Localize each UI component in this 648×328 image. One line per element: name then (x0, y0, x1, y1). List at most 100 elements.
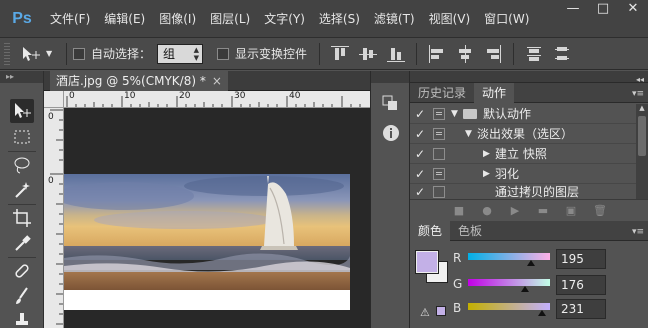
move-tool-icon[interactable] (10, 99, 34, 123)
action-set-label: 默认动作 (483, 107, 532, 121)
checkmark-icon[interactable]: ✓ (410, 107, 430, 121)
menu-edit[interactable]: 编辑(E) (104, 10, 145, 27)
slider-thumb[interactable] (520, 286, 529, 292)
clone-stamp-tool-icon[interactable] (10, 307, 34, 328)
menu-layer[interactable]: 图层(L) (210, 10, 250, 27)
marquee-tool-icon[interactable] (10, 125, 34, 149)
brush-tool-icon[interactable] (10, 284, 34, 308)
magic-wand-tool-icon[interactable] (10, 178, 34, 202)
healing-brush-tool-icon[interactable] (10, 259, 34, 283)
color-panel: 颜色 色板 ▾≡ R 195 G 176 ⚠ B 231 (410, 221, 648, 328)
menu-type[interactable]: 文字(Y) (264, 10, 305, 27)
divider (319, 42, 321, 65)
green-value-field[interactable]: 176 (556, 275, 606, 295)
tab-swatches[interactable]: 色板 (450, 221, 490, 241)
red-slider[interactable] (468, 253, 550, 266)
maximize-button[interactable]: □ (588, 0, 618, 20)
vertical-ruler[interactable]: 0 0 (44, 108, 64, 328)
document-canvas-image[interactable] (64, 174, 350, 310)
dialog-toggle-icon[interactable] (433, 167, 445, 180)
distribute-top-icon[interactable] (525, 45, 543, 63)
ruler-label: 20 (179, 91, 191, 101)
options-grip[interactable] (4, 42, 10, 65)
move-tool-preset-picker[interactable]: ▼ (20, 43, 60, 65)
horizontal-ruler[interactable]: 0 10 20 30 40 (64, 91, 370, 108)
expand-triangle-icon[interactable]: ▼ (451, 109, 463, 119)
menu-select[interactable]: 选择(S) (319, 10, 360, 27)
menu-image[interactable]: 图像(I) (159, 10, 196, 27)
document-tab[interactable]: 酒店.jpg @ 5%(CMYK/8) * × (50, 71, 228, 91)
scrollbar-thumb[interactable] (638, 116, 646, 156)
minimize-button[interactable]: — (558, 0, 588, 20)
stop-icon[interactable]: ■ (453, 204, 465, 217)
blue-slider[interactable] (468, 303, 550, 316)
show-transform-checkbox[interactable] (217, 47, 230, 60)
action-row[interactable]: ✓ ▶ 建立 快照 (410, 144, 636, 164)
tab-color[interactable]: 颜色 (410, 221, 451, 241)
align-bottom-icon[interactable] (387, 45, 406, 63)
trash-icon[interactable]: 🗑 (593, 204, 607, 217)
info-icon[interactable] (381, 123, 401, 143)
menu-file[interactable]: 文件(F) (50, 10, 90, 27)
align-left-icon[interactable] (428, 44, 446, 63)
menu-window[interactable]: 窗口(W) (484, 10, 529, 27)
action-row[interactable]: ✓ ▼ 默认动作 (410, 104, 636, 124)
gamut-color-swatch[interactable] (436, 306, 446, 316)
align-right-icon[interactable] (484, 44, 502, 63)
dialog-toggle-icon[interactable] (433, 107, 445, 120)
close-icon[interactable]: × (212, 74, 222, 88)
slider-thumb[interactable] (538, 310, 547, 316)
scroll-up-icon[interactable]: ▲ (636, 104, 648, 112)
play-icon[interactable]: ▶ (509, 204, 521, 217)
history-panel-icon[interactable] (381, 93, 401, 113)
dialog-toggle-icon[interactable] (433, 147, 445, 160)
eyedropper-tool-icon[interactable] (10, 231, 34, 255)
new-set-folder-icon[interactable]: ▬ (537, 204, 549, 217)
new-action-icon[interactable]: ▣ (565, 204, 577, 217)
auto-select-dropdown[interactable]: 组 ▲ ▼ (157, 43, 204, 64)
record-icon[interactable]: ● (481, 204, 493, 217)
action-row[interactable]: ✓ ▼ 淡出效果（选区） (410, 124, 636, 144)
slider-thumb[interactable] (526, 260, 535, 266)
checkmark-icon[interactable]: ✓ (410, 127, 430, 141)
align-hcenter-icon[interactable] (456, 44, 474, 63)
panel-menu-icon[interactable]: ▾≡ (632, 89, 644, 99)
actions-panel-header[interactable]: ◂◂ (410, 71, 648, 84)
panel-menu-icon[interactable]: ▾≡ (632, 227, 644, 237)
red-value-field[interactable]: 195 (556, 249, 606, 269)
action-row[interactable]: ✓ ▶ 羽化 (410, 164, 636, 184)
icon-strip-header[interactable] (371, 71, 409, 83)
foreground-color-swatch[interactable] (415, 250, 439, 274)
ruler-label: 40 (289, 91, 301, 101)
dialog-toggle-icon[interactable] (433, 127, 445, 140)
channel-label-r: R (453, 251, 462, 265)
distribute-vcenter-icon[interactable] (553, 45, 571, 63)
out-of-gamut-warning-icon[interactable]: ⚠ (420, 306, 430, 319)
channel-label-b: B (453, 301, 462, 315)
dialog-toggle-icon[interactable] (433, 185, 445, 198)
actions-scrollbar[interactable]: ▲ (636, 104, 648, 199)
checkmark-icon[interactable]: ✓ (410, 167, 430, 181)
lasso-tool-icon[interactable] (10, 153, 34, 177)
green-slider[interactable] (468, 279, 550, 292)
menu-filter[interactable]: 滤镜(T) (374, 10, 415, 27)
expand-triangle-icon[interactable]: ▼ (465, 129, 477, 139)
menu-view[interactable]: 视图(V) (429, 10, 471, 27)
auto-select-checkbox[interactable] (73, 47, 85, 60)
tools-panel-header[interactable]: ▸▸ (0, 71, 43, 83)
close-button[interactable]: ✕ (618, 0, 648, 20)
crop-tool-icon[interactable] (10, 206, 34, 230)
right-panels: ◂◂ 历史记录 动作 ▾≡ ✓ ▼ 默认动作 ✓ ▼ 淡出效果（选区） ✓ ▶ … (410, 71, 648, 328)
ruler-corner[interactable] (44, 91, 64, 108)
tab-actions[interactable]: 动作 (474, 83, 515, 103)
divider (66, 42, 67, 65)
blue-value-field[interactable]: 231 (556, 299, 606, 319)
collapsed-triangle-icon[interactable]: ▶ (483, 169, 495, 179)
align-vcenter-icon[interactable] (359, 45, 378, 63)
checkmark-icon[interactable]: ✓ (410, 147, 430, 161)
align-top-icon[interactable] (331, 45, 350, 63)
tab-history[interactable]: 历史记录 (410, 83, 474, 103)
collapsed-triangle-icon[interactable]: ▶ (483, 149, 495, 159)
checkmark-icon[interactable]: ✓ (410, 185, 430, 199)
action-row[interactable]: ✓ 通过拷贝的图层 (410, 184, 636, 200)
